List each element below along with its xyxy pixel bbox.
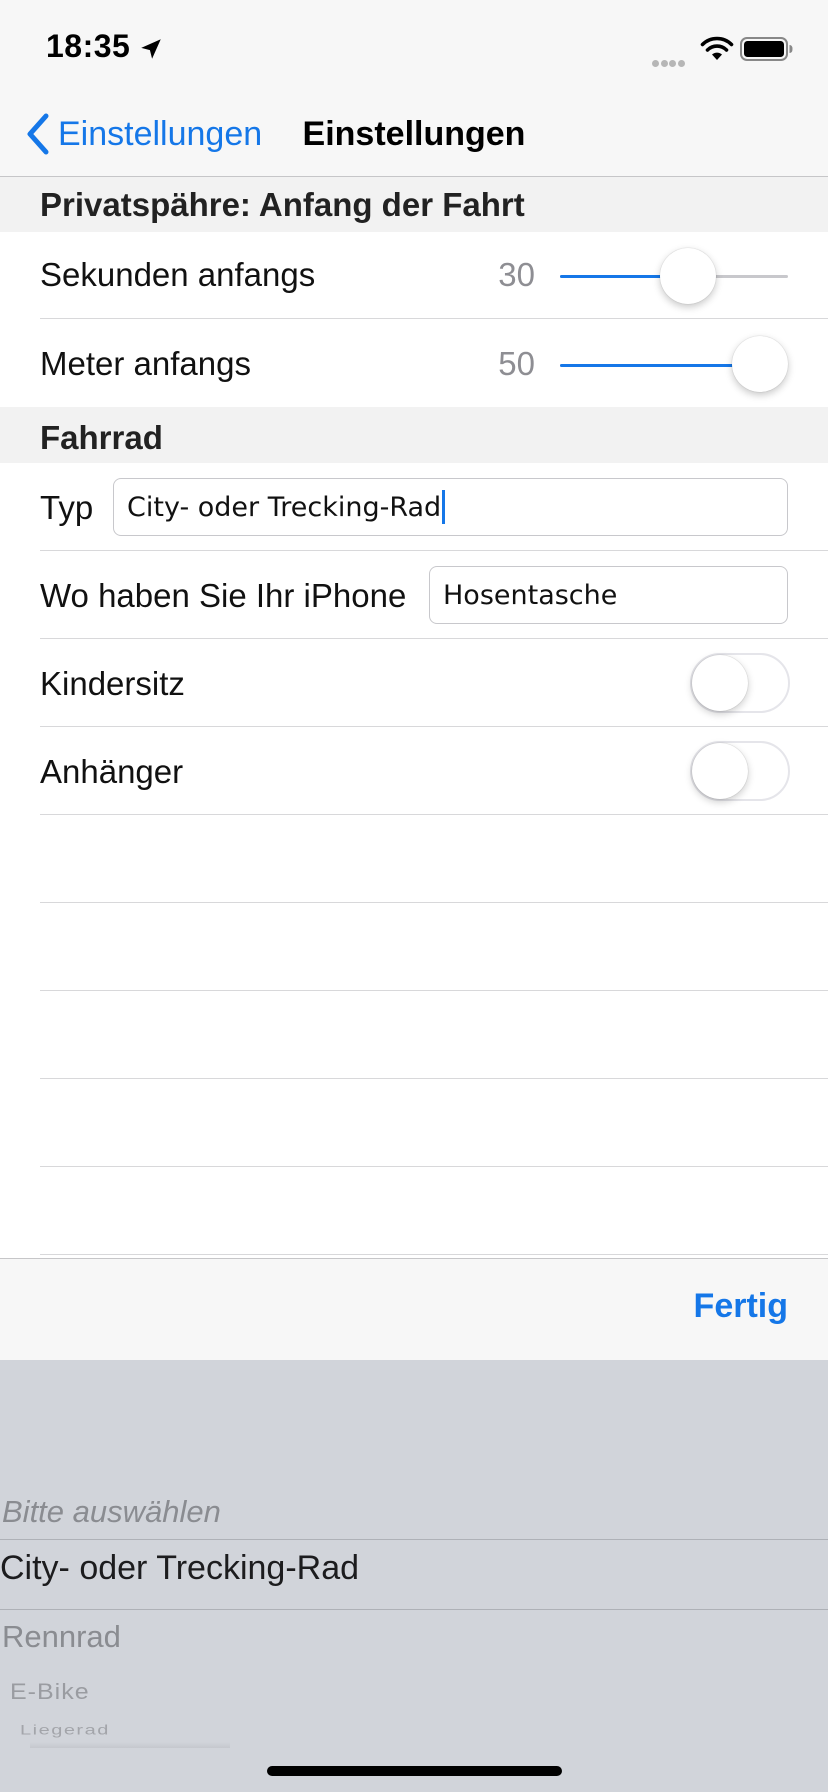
status-time: 18:35	[46, 28, 131, 64]
picker-item[interactable]: Bitte auswählen	[2, 1494, 221, 1530]
trailer-label: Anhänger	[40, 753, 184, 790]
bike-type-picker[interactable]: Bitte auswählen City- oder Trecking-Rad …	[0, 1360, 828, 1792]
bike-type-row: Typ City- oder Trecking-Rad	[0, 463, 828, 551]
row-separator	[40, 814, 828, 815]
child-seat-label: Kindersitz	[40, 665, 185, 702]
child-seat-toggle[interactable]	[690, 653, 790, 713]
phone-location-label: Wo haben Sie Ihr iPhone	[40, 577, 407, 614]
picker-item[interactable]: Liegerad	[20, 1722, 110, 1738]
cellular-signal-icon	[652, 54, 686, 72]
bike-type-value: City- oder Trecking-Rad	[127, 492, 442, 523]
meters-slider-fill	[560, 364, 760, 367]
empty-row-separator	[40, 1166, 828, 1167]
trailer-toggle[interactable]	[690, 741, 790, 801]
toggle-knob	[692, 655, 748, 711]
picker-toolbar: Fertig	[0, 1258, 828, 1361]
page-title-text: Einstellungen	[302, 115, 526, 153]
toggle-knob	[692, 743, 748, 799]
home-indicator	[267, 1766, 562, 1776]
empty-row-separator	[40, 990, 828, 991]
meters-row: Meter anfangs 50	[0, 319, 828, 407]
empty-row-separator	[40, 1254, 828, 1255]
meters-label: Meter anfangs	[40, 345, 251, 382]
child-seat-row: Kindersitz	[0, 639, 828, 727]
meters-value: 50	[498, 345, 535, 382]
page-title: Einstellungen	[0, 110, 828, 156]
picker-faded-item	[30, 1742, 230, 1748]
empty-row-separator	[40, 1078, 828, 1079]
picker-item[interactable]: E-Bike	[10, 1680, 90, 1706]
picker-item-selected[interactable]: City- oder Trecking-Rad	[0, 1549, 359, 1588]
meters-slider-thumb[interactable]	[732, 336, 788, 392]
seconds-value: 30	[498, 256, 535, 293]
section-header-privacy: Privatspähre: Anfang der Fahrt	[0, 177, 828, 232]
bike-type-label: Typ	[40, 489, 94, 526]
battery-icon	[740, 37, 793, 61]
picker-selection-line-bottom	[0, 1609, 828, 1610]
picker-selection-line-top	[0, 1539, 828, 1540]
bike-type-field[interactable]: City- oder Trecking-Rad	[113, 478, 788, 536]
phone-location-row: Wo haben Sie Ihr iPhone Hosentasche	[0, 551, 828, 639]
seconds-slider-thumb[interactable]	[659, 248, 716, 304]
section-header-bike: Fahrrad	[0, 407, 828, 463]
phone-location-field[interactable]: Hosentasche	[429, 566, 788, 624]
seconds-label: Sekunden anfangs	[40, 256, 316, 293]
picker-item[interactable]: Rennrad	[2, 1619, 121, 1655]
navigation-bar: Einstellungen Einstellungen	[0, 100, 828, 177]
status-bar: 18:35	[0, 0, 828, 100]
section-header-bike-label: Fahrrad	[40, 419, 163, 456]
empty-row-separator	[40, 902, 828, 903]
seconds-row: Sekunden anfangs 30	[0, 232, 828, 319]
location-arrow-icon	[141, 39, 161, 59]
done-button[interactable]: Fertig	[694, 1287, 788, 1326]
section-header-privacy-label: Privatspähre: Anfang der Fahrt	[40, 186, 525, 223]
trailer-row: Anhänger	[0, 727, 828, 815]
text-cursor	[442, 489, 446, 524]
wifi-icon	[700, 36, 734, 60]
